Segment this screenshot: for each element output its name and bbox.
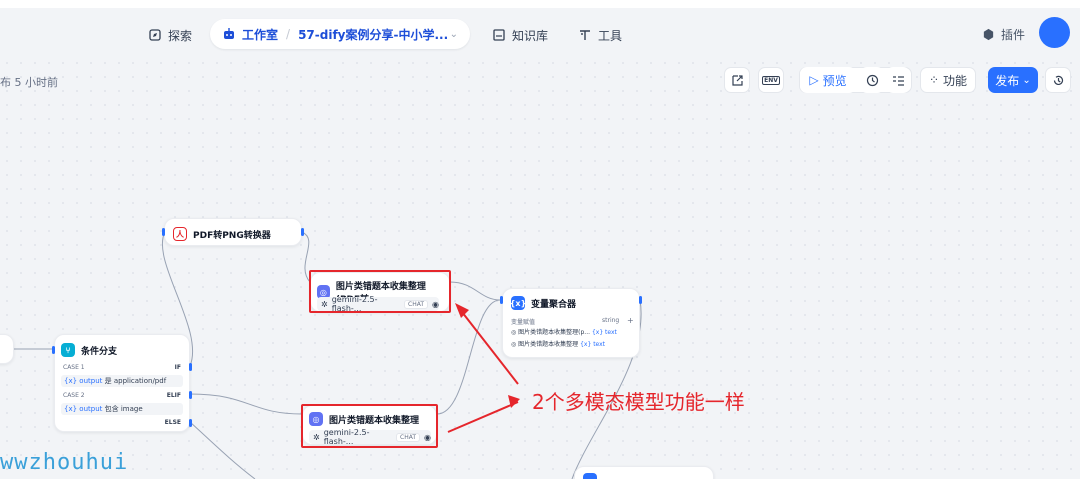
pdf-to-png-node[interactable]: ⼈ PDF转PNG转换器 [164, 218, 302, 246]
case1-keyword: IF [174, 364, 181, 371]
aggregator-title: {x} 变量聚合器 [510, 296, 577, 310]
pdf-icon: ⼈ [173, 227, 187, 241]
pdf-input-handle[interactable] [162, 228, 165, 236]
watermark: wwzhouhui [0, 450, 129, 475]
aggregator-row-1-var: text [605, 329, 617, 336]
node-icon [583, 473, 597, 479]
case1-condition: {x} output 是 application/pdf [61, 375, 183, 387]
pdf-node-title-text: PDF转PNG转换器 [193, 230, 271, 241]
pdf-node-title: ⼈ PDF转PNG转换器 [173, 227, 271, 241]
edge-branch-to-llm2 [189, 393, 303, 415]
arrow-head-llm1 [455, 303, 469, 318]
else-output-handle[interactable] [189, 419, 192, 427]
case2-condition-var: output [79, 405, 103, 413]
branch-node-title: ⑂ 条件分支 [61, 343, 117, 357]
case2-label: CASE 2 [63, 392, 85, 399]
case1-condition-var: output [79, 377, 103, 385]
case2-keyword: ELIF [166, 392, 181, 399]
edge-else-down [189, 421, 256, 479]
branch-node[interactable]: ⑂ 条件分支 CASE 1 IF {x} output 是 applicatio… [54, 334, 190, 432]
aggregator-row-2-var: text [593, 341, 606, 348]
aggregator-row-1-text: 图片类错题本收集整理(p... [518, 329, 591, 336]
if-output-handle[interactable] [189, 363, 192, 371]
aggregator-row-1: ◎ 图片类错题本收集整理(p... {x} text [511, 329, 617, 336]
aggregator-output-handle[interactable] [639, 296, 642, 304]
highlight-box-llm-pdf [309, 270, 451, 313]
aggregator-var-type: string [602, 317, 620, 324]
aggregator-row-2: ◎ 图片类错题本收集整理 {x} text [511, 341, 606, 348]
add-icon[interactable]: + [627, 316, 634, 325]
arrow-to-llm2 [447, 401, 519, 433]
elif-output-handle[interactable] [189, 391, 192, 399]
variable-aggregator-node[interactable]: {x} 变量聚合器 变量赋值 string + ◎ 图片类错题本收集整理(p..… [502, 288, 640, 358]
else-keyword: ELSE [164, 419, 181, 426]
edge-llm2-to-agg [436, 299, 501, 415]
aggregator-var-label: 变量赋值 [511, 319, 536, 326]
branch-icon: ⑂ [61, 343, 75, 357]
case2-condition-text: 包含 image [104, 405, 143, 413]
annotation-text: 2个多模态模型功能一样 [532, 390, 745, 414]
case1-condition-text: 是 application/pdf [104, 377, 167, 385]
aggregator-input-handle[interactable] [500, 296, 503, 304]
pdf-output-handle[interactable] [301, 228, 304, 236]
aggregator-title-text: 变量聚合器 [531, 299, 577, 310]
highlight-box-llm-image [301, 404, 438, 448]
branch-node-title-text: 条件分支 [81, 346, 118, 357]
branch-input-handle[interactable] [52, 346, 55, 354]
edge-llm1-to-agg [449, 281, 501, 301]
next-node-partial[interactable] [574, 466, 714, 479]
case1-label: CASE 1 [63, 364, 85, 371]
start-node-partial[interactable] [0, 334, 14, 364]
case2-condition: {x} output 包含 image [61, 403, 183, 415]
variable-icon: {x} [510, 296, 526, 310]
aggregator-row-2-text: 图片类错题本收集整理 [518, 341, 579, 348]
